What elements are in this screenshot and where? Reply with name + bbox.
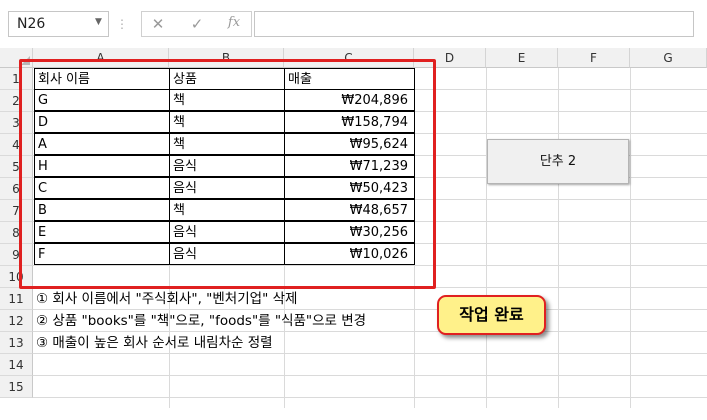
grid-line <box>33 375 707 376</box>
row-header-11[interactable]: 11 <box>0 288 33 310</box>
row-header-14[interactable]: 14 <box>0 354 33 376</box>
grip-dots-icon: ⋮ <box>116 17 128 31</box>
highlight-rectangle <box>19 59 436 289</box>
name-box[interactable]: N26 ▼ <box>8 11 109 37</box>
note-line-2[interactable]: ② 상품 "books"를 "책"으로, "foods"를 "식품"으로 변경 <box>36 310 366 332</box>
column-header-e[interactable]: E <box>486 48 558 68</box>
row-header-12[interactable]: 12 <box>0 310 33 332</box>
enter-icon[interactable]: ✓ <box>185 15 209 33</box>
grid-line <box>486 68 487 408</box>
row-header-13[interactable]: 13 <box>0 332 33 354</box>
note-line-1[interactable]: ① 회사 이름에서 "주식회사", "벤처기업" 삭제 <box>36 288 297 310</box>
note-line-3[interactable]: ③ 매출이 높은 회사 순서로 내림차순 정렬 <box>36 332 273 354</box>
macro-button[interactable]: 단추 2 <box>487 139 629 184</box>
name-box-value: N26 <box>17 16 46 32</box>
grid-line <box>558 68 559 408</box>
grid-line <box>33 397 707 398</box>
task-complete-badge: 작업 완료 <box>437 295 546 335</box>
formula-input[interactable] <box>254 11 694 37</box>
row-header-15[interactable]: 15 <box>0 376 33 398</box>
insert-function-icon[interactable]: fx <box>222 15 246 30</box>
formula-buttons: ✕ ✓ fx <box>141 11 252 37</box>
grid-line <box>630 68 631 408</box>
chevron-down-icon[interactable]: ▼ <box>95 17 102 27</box>
column-header-f[interactable]: F <box>558 48 630 68</box>
column-header-g[interactable]: G <box>630 48 707 68</box>
cancel-icon[interactable]: ✕ <box>146 15 170 33</box>
